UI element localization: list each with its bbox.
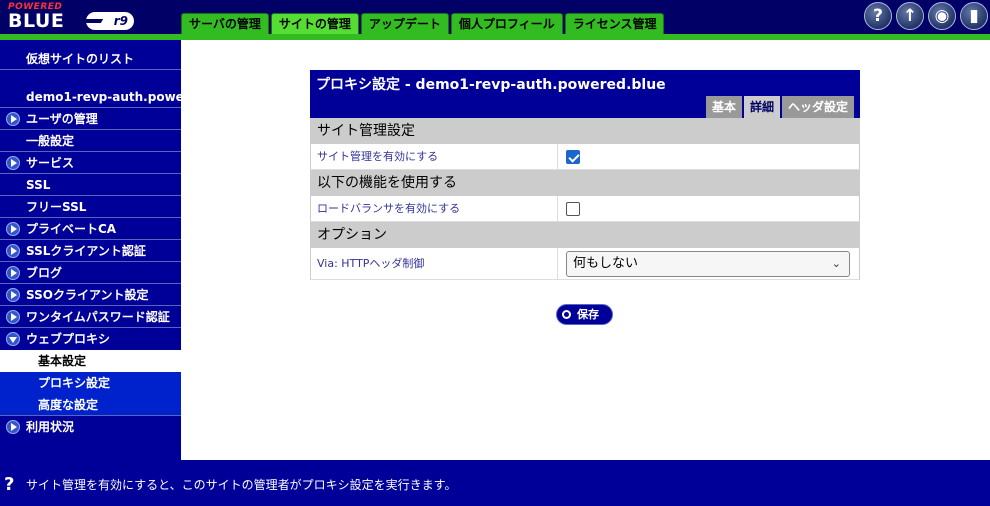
row-enable-load-balancer: ロードバランサを有効にする xyxy=(310,196,860,222)
logo-version-badge: r9 xyxy=(86,12,134,30)
field-value xyxy=(558,144,859,169)
sidebar-item-label: 利用状況 xyxy=(26,420,75,434)
sidebar-item-label: 仮想サイトのリスト xyxy=(26,52,135,66)
field-label: Via: HTTPヘッダ制御 xyxy=(311,248,558,279)
powered-blue-logo: POWERED BLUE r9 xyxy=(4,2,136,32)
tab-update[interactable]: アップデート xyxy=(360,13,449,34)
sidebar-item-label: SSOクライアント設定 xyxy=(26,288,149,302)
sidebar-item-sso-client[interactable]: SSOクライアント設定 xyxy=(0,284,181,306)
field-label: サイト管理を有効にする xyxy=(311,144,558,169)
proxy-settings-panel: プロキシ設定 - demo1-revp-auth.powered.blue 基本… xyxy=(310,70,860,280)
expand-arrow-icon xyxy=(6,310,20,324)
enable-site-management-checkbox[interactable] xyxy=(566,149,580,164)
sidebar-item-label: ブログ xyxy=(26,266,63,280)
collapse-arrow-icon xyxy=(6,332,20,346)
section-use-features: 以下の機能を使用する xyxy=(310,170,860,196)
sidebar-item-label: demo1-revp-auth.powered.blue xyxy=(26,90,181,104)
radio-dot-icon xyxy=(562,310,571,319)
eye-icon[interactable]: ◉ xyxy=(928,2,956,30)
section-options: オプション xyxy=(310,222,860,248)
sidebar-item-label: サービス xyxy=(26,156,75,170)
sidebar-item-advanced-settings[interactable]: 高度な設定 xyxy=(0,394,181,416)
top-icons: ? ↑ ◉ ▮ xyxy=(864,2,988,30)
expand-arrow-icon xyxy=(6,222,20,236)
sidebar-item-ssl[interactable]: SSL xyxy=(0,174,181,196)
save-button-label: 保存 xyxy=(577,308,599,321)
sidebar-item-free-ssl[interactable]: フリーSSL xyxy=(0,196,181,218)
question-mark-icon: ? xyxy=(4,474,15,495)
subtab-header-settings[interactable]: ヘッダ設定 xyxy=(781,96,854,118)
sidebar-item-user-management[interactable]: ユーザの管理 xyxy=(0,108,181,130)
sidebar-item-label: プライベートCA xyxy=(26,222,117,236)
logo-brand-text: BLUE xyxy=(8,10,65,32)
help-text: サイト管理を有効にすると、このサイトの管理者がプロキシ設定を実行きます。 xyxy=(26,478,457,492)
sidebar-item-label: 高度な設定 xyxy=(38,398,99,412)
sidebar-item-ssl-client-auth[interactable]: SSLクライアント認証 xyxy=(0,240,181,262)
sidebar-item-private-ca[interactable]: プライベートCA xyxy=(0,218,181,240)
field-value: 何もしない ⌄ xyxy=(558,248,859,279)
expand-arrow-icon xyxy=(6,244,20,258)
sidebar: 仮想サイトのリスト demo1-revp-auth.powered.blue ユ… xyxy=(0,40,181,460)
sidebar-item-label: プロキシ設定 xyxy=(38,376,111,390)
sidebar-item-label: フリーSSL xyxy=(26,200,87,214)
enable-load-balancer-checkbox[interactable] xyxy=(566,201,580,216)
panel-header: プロキシ設定 - demo1-revp-auth.powered.blue 基本… xyxy=(310,70,860,118)
sidebar-item-label: SSL xyxy=(26,178,51,192)
sidebar-item-virtual-site-list[interactable]: 仮想サイトのリスト xyxy=(0,48,181,70)
subtab-basic[interactable]: 基本 xyxy=(705,96,742,118)
via-header-select-value: 何もしない xyxy=(573,255,639,271)
logout-door-icon[interactable]: ▮ xyxy=(960,2,988,30)
sidebar-item-label: 一般設定 xyxy=(26,134,75,148)
tab-server-management[interactable]: サーバの管理 xyxy=(181,13,269,34)
via-header-select[interactable]: 何もしない ⌄ xyxy=(566,250,850,277)
expand-arrow-icon xyxy=(6,420,20,434)
sidebar-item-basic-settings[interactable]: 基本設定 xyxy=(0,350,181,372)
sidebar-item-label: ワンタイムパスワード認証 xyxy=(26,310,170,324)
expand-arrow-icon xyxy=(6,156,20,170)
tab-site-management[interactable]: サイトの管理 xyxy=(270,13,359,34)
tab-license-management[interactable]: ライセンス管理 xyxy=(564,13,665,34)
sidebar-item-one-time-password[interactable]: ワンタイムパスワード認証 xyxy=(0,306,181,328)
sidebar-item-label: ユーザの管理 xyxy=(26,112,98,126)
sidebar-item-proxy-settings[interactable]: プロキシ設定 xyxy=(0,372,181,394)
sidebar-item-label: ウェブプロキシ xyxy=(26,332,111,346)
sidebar-item-services[interactable]: サービス xyxy=(0,152,181,174)
expand-arrow-icon xyxy=(6,266,20,280)
field-label: ロードバランサを有効にする xyxy=(311,196,558,221)
panel-title: プロキシ設定 - demo1-revp-auth.powered.blue xyxy=(316,77,666,93)
top-bar: POWERED BLUE r9 サーバの管理 サイトの管理 アップデート 個人プ… xyxy=(0,0,990,34)
sidebar-item-usage[interactable]: 利用状況 xyxy=(0,416,181,438)
section-site-management: サイト管理設定 xyxy=(310,118,860,144)
help-bar: ? サイト管理を有効にすると、このサイトの管理者がプロキシ設定を実行きます。 xyxy=(0,460,990,506)
panel-subtabs: 基本 詳細 ヘッダ設定 xyxy=(705,96,854,118)
sidebar-item-general-settings[interactable]: 一般設定 xyxy=(0,130,181,152)
upload-icon[interactable]: ↑ xyxy=(896,2,924,30)
tab-personal-profile[interactable]: 個人プロフィール xyxy=(450,13,563,34)
sidebar-item-web-proxy[interactable]: ウェブプロキシ xyxy=(0,328,181,350)
subtab-detail[interactable]: 詳細 xyxy=(743,96,780,118)
sidebar-item-blog[interactable]: ブログ xyxy=(0,262,181,284)
save-button[interactable]: 保存 xyxy=(556,304,613,325)
expand-arrow-icon xyxy=(6,288,20,302)
row-enable-site-management: サイト管理を有効にする xyxy=(310,144,860,170)
main-tabs: サーバの管理 サイトの管理 アップデート 個人プロフィール ライセンス管理 xyxy=(181,13,666,34)
help-icon[interactable]: ? xyxy=(864,2,892,30)
sidebar-item-site-name[interactable]: demo1-revp-auth.powered.blue xyxy=(0,86,181,108)
sidebar-item-label: SSLクライアント認証 xyxy=(26,244,146,258)
sidebar-item-label: 基本設定 xyxy=(38,354,87,368)
row-via-header-control: Via: HTTPヘッダ制御 何もしない ⌄ xyxy=(310,248,860,280)
chevron-down-icon: ⌄ xyxy=(831,256,841,270)
expand-arrow-icon xyxy=(6,112,20,126)
field-value xyxy=(558,196,859,221)
